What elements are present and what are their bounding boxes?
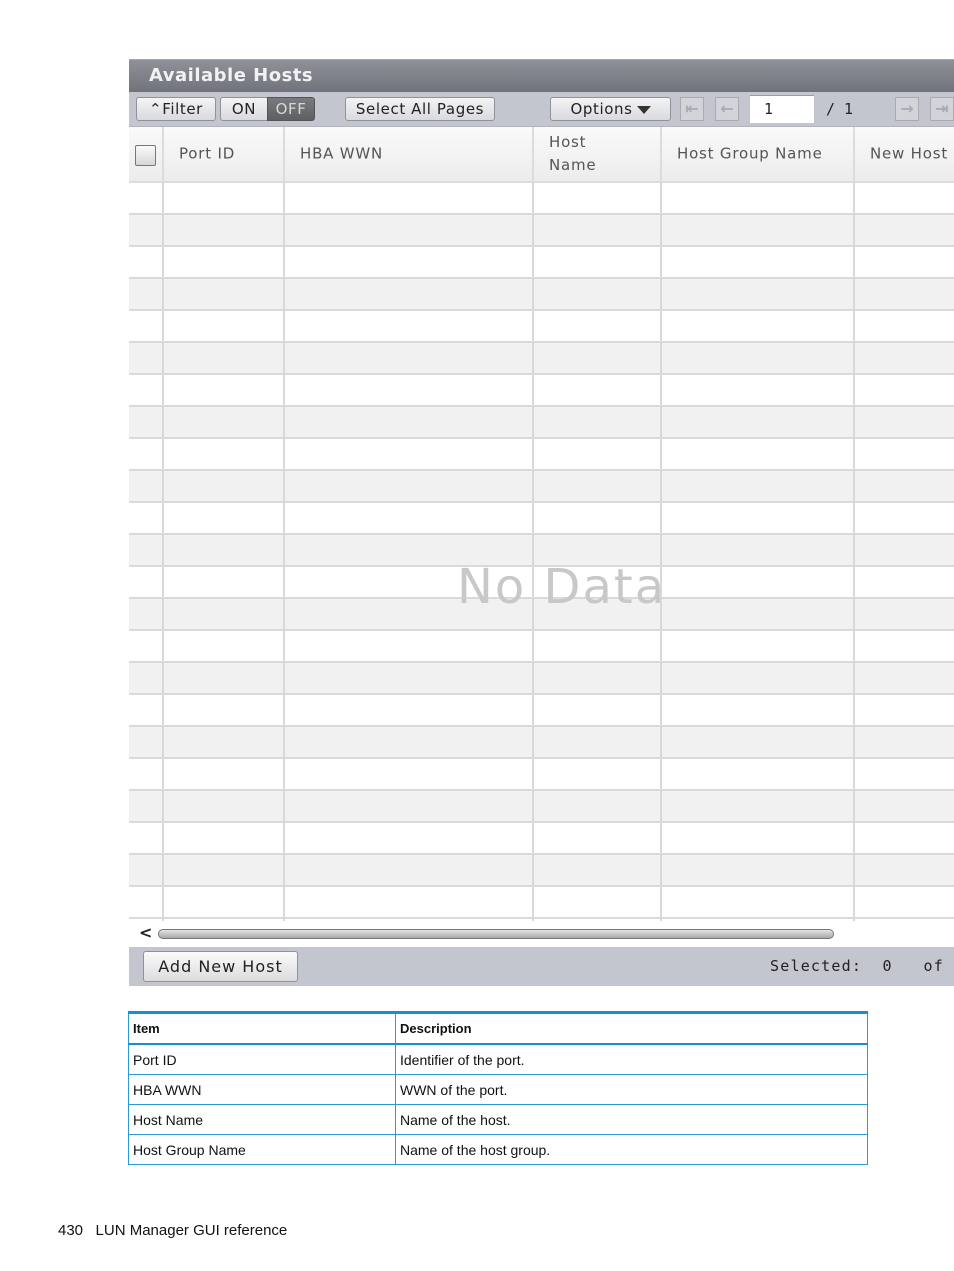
scrollbar-thumb[interactable]: [158, 929, 834, 939]
column-divider: [532, 183, 534, 921]
table-row[interactable]: [129, 823, 954, 855]
no-data-message: No Data: [457, 559, 667, 615]
table-row[interactable]: [129, 407, 954, 439]
column-header-host-group-name[interactable]: Host Group Name: [662, 127, 855, 183]
description-row: Port ID Identifier of the port.: [128, 1043, 868, 1075]
first-page-icon[interactable]: ⇤: [680, 97, 704, 121]
filter-off-toggle[interactable]: OFF: [267, 97, 315, 121]
table-row[interactable]: [129, 503, 954, 535]
page-footer: 430 LUN Manager GUI reference: [58, 1222, 288, 1239]
table-row[interactable]: [129, 439, 954, 471]
column-header-host-name[interactable]: Host Name: [534, 127, 662, 183]
description-cell: Name of the host.: [395, 1104, 868, 1135]
column-divider: [283, 183, 285, 921]
page-total: / 1: [826, 100, 854, 118]
table-row[interactable]: [129, 471, 954, 503]
table-row[interactable]: [129, 631, 954, 663]
table-row[interactable]: [129, 727, 954, 759]
table-row[interactable]: [129, 279, 954, 311]
filter-button[interactable]: ⌃Filter: [136, 97, 216, 121]
options-button[interactable]: Options: [550, 97, 671, 121]
last-page-icon[interactable]: ⇥: [930, 97, 954, 121]
table-row[interactable]: [129, 695, 954, 727]
table-row[interactable]: [129, 759, 954, 791]
description-row: HBA WWN WWN of the port.: [128, 1074, 868, 1105]
description-cell: Name of the host group.: [395, 1134, 868, 1165]
prev-page-icon[interactable]: ←: [715, 97, 739, 121]
description-table-header: Item Description: [128, 1011, 868, 1045]
available-hosts-panel: Available Hosts ⌃Filter ON OFF Select Al…: [129, 59, 954, 986]
column-divider: [660, 183, 662, 921]
panel-title: Available Hosts: [149, 65, 314, 86]
header-description: Description: [395, 1011, 868, 1045]
page-number-input[interactable]: 1: [750, 95, 814, 123]
hosts-grid: Port ID HBA WWN Host Name Host Group Nam…: [129, 127, 954, 921]
chevron-down-icon: [636, 105, 651, 114]
table-row[interactable]: [129, 887, 954, 919]
description-cell: WWN of the port.: [395, 1074, 868, 1105]
table-row[interactable]: [129, 791, 954, 823]
description-cell: Identifier of the port.: [395, 1043, 868, 1075]
column-header-new-host[interactable]: New Host: [855, 127, 954, 183]
select-all-checkbox[interactable]: [135, 145, 156, 166]
panel-footer: Add New Host Selected: 0 of 0: [129, 947, 954, 986]
add-new-host-button[interactable]: Add New Host: [143, 951, 298, 982]
description-row: Host Group Name Name of the host group.: [128, 1134, 868, 1165]
table-row[interactable]: [129, 215, 954, 247]
options-label: Options: [570, 100, 633, 118]
filter-on-toggle[interactable]: ON: [220, 97, 268, 121]
table-row[interactable]: [129, 663, 954, 695]
item-cell: Host Name: [128, 1104, 396, 1135]
column-divider: [162, 183, 164, 921]
select-all-pages-button[interactable]: Select All Pages: [345, 97, 495, 121]
panel-titlebar: Available Hosts: [129, 59, 954, 92]
description-table: Item Description Port ID Identifier of th…: [128, 1011, 868, 1165]
item-cell: Port ID: [128, 1043, 396, 1075]
table-row[interactable]: [129, 375, 954, 407]
item-cell: Host Group Name: [128, 1134, 396, 1165]
table-row[interactable]: [129, 311, 954, 343]
item-cell: HBA WWN: [128, 1074, 396, 1105]
column-divider: [853, 183, 855, 921]
description-row: Host Name Name of the host.: [128, 1104, 868, 1135]
header-item: Item: [128, 1011, 396, 1045]
select-all-header: [129, 127, 164, 183]
table-row[interactable]: [129, 247, 954, 279]
horizontal-scrollbar[interactable]: <: [129, 921, 954, 947]
column-header-hba-wwn[interactable]: HBA WWN: [285, 127, 534, 183]
table-row[interactable]: [129, 855, 954, 887]
next-page-icon[interactable]: →: [895, 97, 919, 121]
table-row[interactable]: [129, 183, 954, 215]
scroll-left-icon[interactable]: <: [139, 923, 152, 942]
selected-count: Selected: 0 of 0: [770, 957, 944, 975]
table-row[interactable]: [129, 343, 954, 375]
column-header-port-id[interactable]: Port ID: [164, 127, 285, 183]
toolbar: ⌃Filter ON OFF Select All Pages Options …: [129, 92, 954, 127]
